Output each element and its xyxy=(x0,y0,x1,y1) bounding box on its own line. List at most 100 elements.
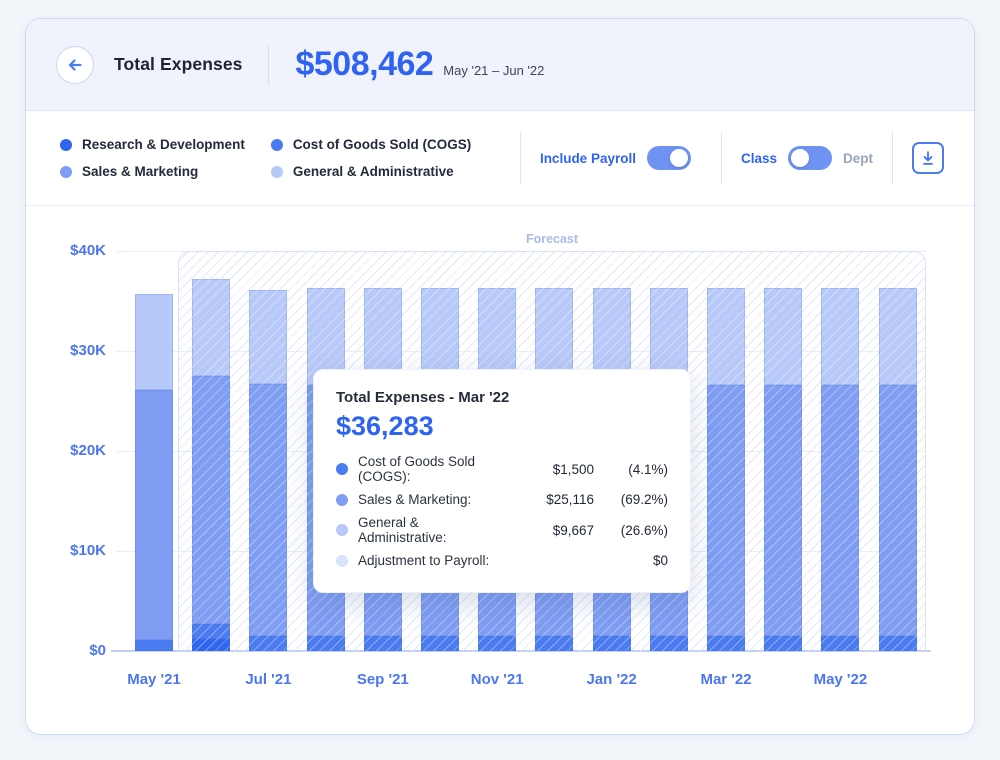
bar-segment xyxy=(879,636,917,651)
tooltip-row-value: $9,667 xyxy=(518,523,594,538)
total-amount: $508,462 xyxy=(295,45,433,84)
bar-segment xyxy=(192,639,230,651)
bar-segment xyxy=(650,636,688,651)
tooltip-value: $36,283 xyxy=(336,411,668,442)
download-icon xyxy=(919,149,937,167)
bar-segment xyxy=(879,288,917,385)
bar-segment xyxy=(249,290,287,384)
dept-label: Dept xyxy=(843,151,873,166)
tooltip-row-percent: (4.1%) xyxy=(604,462,668,477)
legend-label: Sales & Marketing xyxy=(82,164,198,179)
tooltip-series-dot xyxy=(336,463,348,475)
x-axis-label: Jul '21 xyxy=(245,671,291,688)
bar-segment xyxy=(135,294,173,390)
toggle-knob xyxy=(670,149,688,167)
bar-segment xyxy=(307,636,345,651)
legend-dot xyxy=(60,166,72,178)
controls-bar: Research & Development Sales & Marketing… xyxy=(26,111,974,206)
x-axis-label: Mar '22 xyxy=(700,671,751,688)
tooltip-row-percent: $0 xyxy=(604,553,668,568)
bar-apr-22[interactable] xyxy=(764,288,802,651)
tooltip-series-dot xyxy=(336,524,348,536)
y-axis-label: $0 xyxy=(26,642,106,660)
x-axis-label: May '21 xyxy=(127,671,181,688)
bar-segment xyxy=(135,390,173,640)
bar-may-21[interactable] xyxy=(135,294,173,651)
bar-jun-22[interactable] xyxy=(879,288,917,651)
tooltip-series-dot xyxy=(336,494,348,506)
tooltip-row-label: Sales & Marketing: xyxy=(358,492,508,507)
class-label: Class xyxy=(741,151,777,166)
bar-segment xyxy=(192,376,230,624)
bar-segment xyxy=(478,636,516,651)
bar-segment xyxy=(192,279,230,376)
legend-item-research-development[interactable]: Research & Development xyxy=(60,137,245,152)
legend-item-sales-marketing[interactable]: Sales & Marketing xyxy=(60,164,245,179)
bar-segment xyxy=(707,636,745,651)
bar-segment xyxy=(821,385,859,636)
tooltip-row-label: General & Administrative: xyxy=(358,515,508,545)
x-axis-label: Jan '22 xyxy=(586,671,636,688)
divider xyxy=(721,132,722,184)
chart-tooltip: Total Expenses - Mar '22 $36,283 Cost of… xyxy=(313,369,691,593)
tooltip-row-percent: (69.2%) xyxy=(604,492,668,507)
bar-segment xyxy=(192,624,230,639)
download-button[interactable] xyxy=(912,142,944,174)
y-axis-label: $10K xyxy=(26,542,106,560)
expenses-card: Total Expenses $508,462 May '21 – Jun '2… xyxy=(25,18,975,735)
bar-segment xyxy=(821,636,859,651)
bar-segment xyxy=(135,640,173,651)
bar-segment xyxy=(764,385,802,636)
bar-mar-22[interactable] xyxy=(707,288,745,651)
bar-may-22[interactable] xyxy=(821,288,859,651)
bar-segment xyxy=(593,636,631,651)
header: Total Expenses $508,462 May '21 – Jun '2… xyxy=(26,19,974,111)
bar-segment xyxy=(364,636,402,651)
forecast-label: Forecast xyxy=(526,232,578,246)
y-axis-label: $40K xyxy=(26,242,106,260)
bar-segment xyxy=(535,636,573,651)
arrow-left-icon xyxy=(65,55,85,75)
bar-segment xyxy=(249,636,287,651)
bar-segment xyxy=(764,636,802,651)
legend-item-general-administrative[interactable]: General & Administrative xyxy=(271,164,472,179)
tooltip-row-value: $1,500 xyxy=(518,462,594,477)
legend-label: Research & Development xyxy=(82,137,245,152)
bar-jul-21[interactable] xyxy=(249,290,287,651)
expenses-chart: Forecast Total Expenses - Mar '22 $36,28… xyxy=(26,206,974,735)
legend-dot xyxy=(271,139,283,151)
tooltip-row: Cost of Goods Sold (COGS): $1,500 (4.1%) xyxy=(336,454,668,484)
x-axis-label: Sep '21 xyxy=(357,671,409,688)
include-payroll-toggle[interactable] xyxy=(647,146,691,170)
x-axis-label: May '22 xyxy=(814,671,868,688)
tooltip-row-label: Cost of Goods Sold (COGS): xyxy=(358,454,508,484)
bar-segment xyxy=(249,384,287,636)
legend: Research & Development Sales & Marketing… xyxy=(60,137,471,179)
bar-segment xyxy=(821,288,859,385)
bar-segment xyxy=(421,636,459,651)
legend-label: Cost of Goods Sold (COGS) xyxy=(293,137,472,152)
legend-dot xyxy=(60,139,72,151)
header-divider xyxy=(268,45,269,85)
tooltip-row: General & Administrative:$9,667(26.6%) xyxy=(336,515,668,545)
toggle-knob xyxy=(791,149,809,167)
y-axis-label: $30K xyxy=(26,342,106,360)
bar-segment xyxy=(707,288,745,385)
divider xyxy=(520,132,521,184)
page-title: Total Expenses xyxy=(114,54,242,75)
tooltip-row-value: $25,116 xyxy=(518,492,594,507)
bar-jun-21[interactable] xyxy=(192,279,230,651)
bar-segment xyxy=(879,385,917,636)
legend-dot xyxy=(271,166,283,178)
back-button[interactable] xyxy=(56,46,94,84)
legend-item-cogs[interactable]: Cost of Goods Sold (COGS) xyxy=(271,137,472,152)
bar-segment xyxy=(764,288,802,385)
class-dept-toggle[interactable] xyxy=(788,146,832,170)
tooltip-row: Adjustment to Payroll:$0 xyxy=(336,553,668,568)
include-payroll-label: Include Payroll xyxy=(540,151,636,166)
bar-segment xyxy=(707,385,745,636)
date-range: May '21 – Jun '22 xyxy=(443,63,544,78)
tooltip-row: Sales & Marketing: $25,116 (69.2%) xyxy=(336,492,668,507)
legend-label: General & Administrative xyxy=(293,164,454,179)
divider xyxy=(892,132,893,184)
